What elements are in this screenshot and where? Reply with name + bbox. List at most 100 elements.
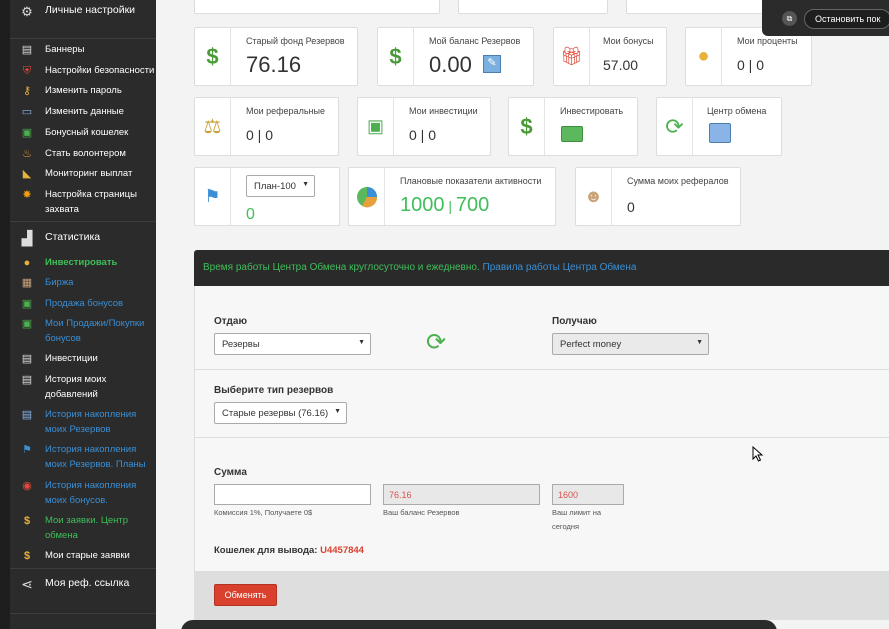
card-value: 0.00 [429, 52, 472, 77]
wallet-value: U4457844 [320, 545, 364, 556]
key-icon: ⚷ [22, 85, 32, 97]
exchange-notice: Время работы Центра Обмена круглосуточно… [203, 262, 480, 273]
sidebar-item-security[interactable]: ⛨ Настройки безопасности [10, 63, 156, 81]
exchange-submit-button[interactable]: Обменять [214, 584, 277, 606]
balance-field: 76.16 [383, 484, 540, 505]
megaphone-icon: ◣ [22, 168, 32, 180]
divider [10, 38, 156, 39]
card-exchange-center[interactable]: ⟳ Центр обмена [656, 97, 782, 156]
sidebar-item-payout-monitoring[interactable]: ◣ Мониторинг выплат [10, 166, 156, 184]
sidebar-item-my-requests[interactable]: $ Мои заявки. Центр обмена [10, 513, 156, 545]
flag-icon: ⚑ [195, 168, 231, 225]
chevron-down-icon: ▼ [302, 181, 309, 188]
card-title: Центр обмена [707, 106, 767, 116]
sidebar-item-investments[interactable]: ▤ Инвестиции [10, 351, 156, 369]
sidebar-item-old-requests[interactable]: $ Мои старые заявки [10, 548, 156, 566]
gift-icon: 🎁︎ [554, 28, 590, 85]
sidebar-item-reserves-history[interactable]: ▤ История накопления моих Резервов [10, 407, 156, 439]
banknote-icon: ▣ [358, 98, 394, 155]
receive-label: Получаю [552, 316, 597, 327]
card-activity: Плановые показатели активности 1000 | 70… [348, 167, 556, 226]
sidebar-item-my-sales[interactable]: ▣ Мои Продажи/Покупки бонусов [10, 316, 156, 348]
document-icon: ▤ [21, 409, 33, 421]
bottom-overlay-bar [181, 620, 777, 629]
refresh-icon: ⟳ [657, 98, 693, 155]
sidebar-item-statistics[interactable]: ▟ Статистика [10, 229, 156, 253]
stop-button[interactable]: Остановить пок [804, 9, 889, 29]
shield-icon: ⛨ [22, 65, 32, 77]
dollar-icon: $ [23, 550, 31, 562]
notepad-icon[interactable]: ✎ [483, 55, 501, 73]
card-invest[interactable]: $ Инвестировать [508, 97, 638, 156]
document-icon: ▤ [21, 353, 33, 365]
card-my-bonuses: 🎁︎ Мои бонусы 57.00 [553, 27, 667, 86]
money-icon: ▣ [21, 318, 33, 330]
chart-icon: ▟ [21, 230, 33, 246]
sidebar-item-ref-link[interactable]: ⋖ Моя реф. ссылка [10, 576, 156, 608]
card-title: Сумма моих рефералов [627, 176, 729, 186]
scales-icon: ⚖ [195, 98, 231, 155]
sidebar: ⚙ Личные настройки ▤ Баннеры ⛨ Настройки… [10, 0, 156, 629]
top-card-partial [458, 0, 608, 14]
card-plan: ⚑ План-100 ▼ 0 [194, 167, 340, 226]
limit-field: 1600 [552, 484, 624, 505]
plan-select[interactable]: План-100 ▼ [246, 175, 315, 197]
chevron-down-icon: ▼ [358, 339, 365, 346]
sidebar-item-bonus-wallet[interactable]: ▣ Бонусный кошелек [10, 125, 156, 143]
card-my-balance: $ Мой баланс Резервов 0.00 ✎ [377, 27, 534, 86]
add-money-icon [561, 126, 583, 142]
swap-icon[interactable]: ⟳ [426, 330, 446, 356]
reserve-type-label: Выберите тип резервов [214, 385, 334, 396]
user-icon: ☻ [576, 168, 612, 225]
sidebar-item-personal-settings[interactable]: ⚙ Личные настройки [10, 3, 156, 37]
rules-link[interactable]: Правила работы Центра Обмена [483, 262, 637, 273]
divider [10, 613, 156, 614]
sidebar-item-invest[interactable]: ● Инвестировать [10, 255, 156, 273]
form-footer [194, 571, 889, 620]
money-icon: ▣ [21, 127, 33, 139]
dollar-icon: $ [23, 515, 31, 527]
card-value: 76.16 [246, 52, 302, 77]
sidebar-item-sell-bonuses[interactable]: ▣ Продажа бонусов [10, 296, 156, 314]
sidebar-item-exchange[interactable]: ▦ Биржа [10, 275, 156, 293]
sidebar-item-additions-history[interactable]: ▤ История моих добавлений [10, 372, 156, 404]
sun-icon: ✸ [22, 189, 32, 201]
card-title: Инвестировать [560, 106, 624, 116]
card-title: Мой баланс Резервов [429, 36, 521, 46]
divider [10, 568, 156, 569]
card-value: 1000 | 700 [400, 194, 490, 216]
sidebar-item-change-data[interactable]: ▭ Изменить данные [10, 104, 156, 122]
sum-input[interactable] [214, 484, 371, 505]
sidebar-item-volunteer[interactable]: ♨ Стать волонтером [10, 146, 156, 164]
card-value: 0 | 0 [246, 127, 273, 143]
calculator-icon: ▦ [21, 277, 33, 289]
coins-icon: ● [686, 28, 722, 85]
card-title: Мои проценты [737, 36, 798, 46]
card-my-investments: ▣ Мои инвестиции 0 | 0 [357, 97, 491, 156]
recording-popup: ⧉ Остановить пок [762, 0, 889, 36]
reserve-type-select[interactable]: Старые резервы (76.16) ▼ [214, 402, 347, 424]
sidebar-item-reserves-plans[interactable]: ⚑ История накопления моих Резервов. План… [10, 442, 156, 474]
divider [194, 369, 889, 370]
give-select[interactable]: Резервы ▼ [214, 333, 371, 355]
receive-select[interactable]: Perfect money ▼ [552, 333, 709, 355]
card-value: 0 | 0 [737, 57, 764, 73]
share-icon: ⋖ [21, 576, 33, 592]
pie-chart-icon [349, 168, 385, 225]
id-card-icon: ▭ [21, 106, 33, 118]
document-icon: ▤ [21, 374, 33, 386]
balance-hint: Ваш баланс Резервов [383, 508, 460, 517]
sidebar-item-capture-page[interactable]: ✸ Настройка страницы захвата [10, 187, 156, 219]
sidebar-item-change-password[interactable]: ⚷ Изменить пароль [10, 83, 156, 101]
commission-hint: Комиссия 1%, Получаете 0$ [214, 508, 313, 517]
give-label: Отдаю [214, 316, 247, 327]
sidebar-item-banners[interactable]: ▤ Баннеры [10, 42, 156, 60]
limit-hint: Ваш лимит на сегодня [552, 508, 602, 531]
card-title: Старый фонд Резервов [246, 36, 345, 46]
card-my-referrals: ⚖ Мои реферальные 0 | 0 [194, 97, 339, 156]
lifebuoy-icon: ◉ [22, 480, 32, 492]
card-value: 0 [246, 206, 255, 223]
popout-icon[interactable]: ⧉ [782, 11, 797, 26]
sidebar-item-bonus-history[interactable]: ◉ История накопления моих бонусов. [10, 478, 156, 510]
card-value: 0 | 0 [409, 127, 436, 143]
